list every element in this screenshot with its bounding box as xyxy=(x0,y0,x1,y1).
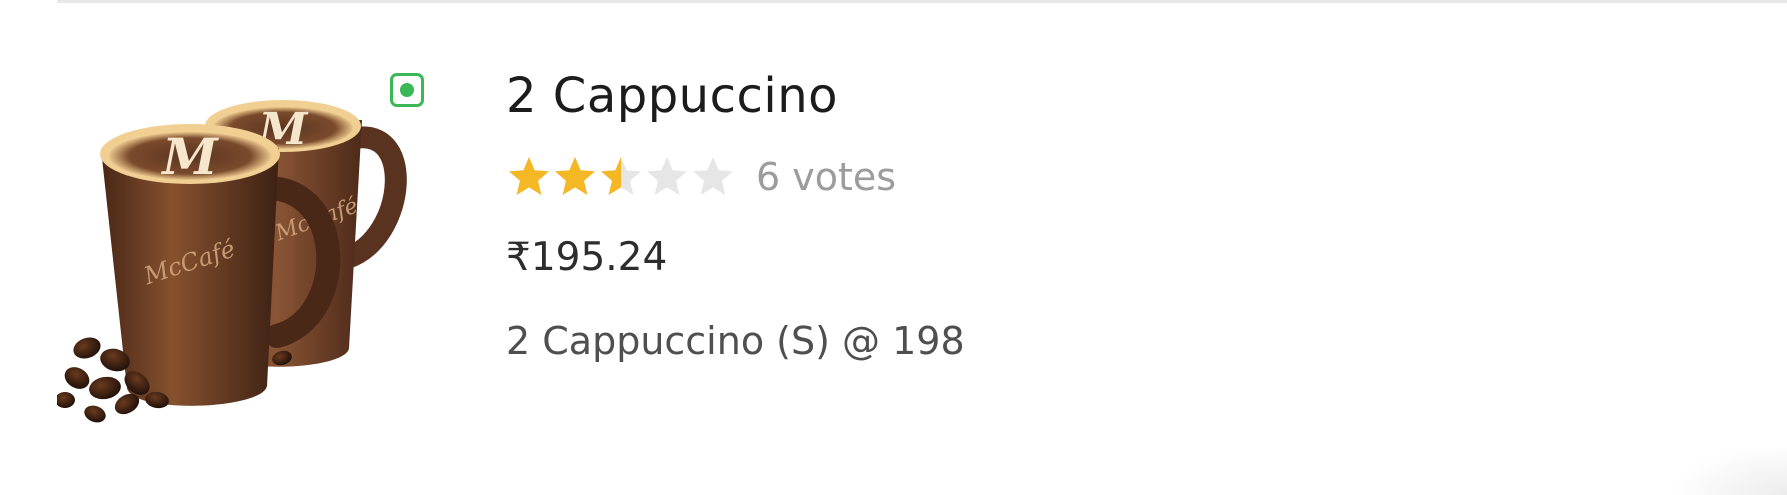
menu-item-card[interactable]: M McCafé M McCafé 2 Cappuccino 6 votes ₹… xyxy=(0,0,1787,495)
svg-text:M: M xyxy=(160,127,219,186)
star-icon xyxy=(506,154,552,200)
corner-shadow xyxy=(1677,447,1787,495)
star-icon xyxy=(552,154,598,200)
item-description: 2 Cappuccino (S) @ 198 xyxy=(506,319,965,363)
votes-count: 6 votes xyxy=(756,155,897,199)
item-price: ₹195.24 xyxy=(506,235,668,280)
star-rating xyxy=(506,154,736,200)
rating-row: 6 votes xyxy=(506,152,896,202)
star-icon xyxy=(598,154,644,200)
star-icon xyxy=(644,154,690,200)
coffee-mugs-image: M McCafé M McCafé xyxy=(57,100,407,423)
veg-indicator-icon xyxy=(390,73,424,107)
star-icon xyxy=(690,154,736,200)
item-title: 2 Cappuccino xyxy=(506,68,838,124)
veg-dot xyxy=(400,83,414,97)
item-image[interactable]: M McCafé M McCafé xyxy=(57,48,447,438)
